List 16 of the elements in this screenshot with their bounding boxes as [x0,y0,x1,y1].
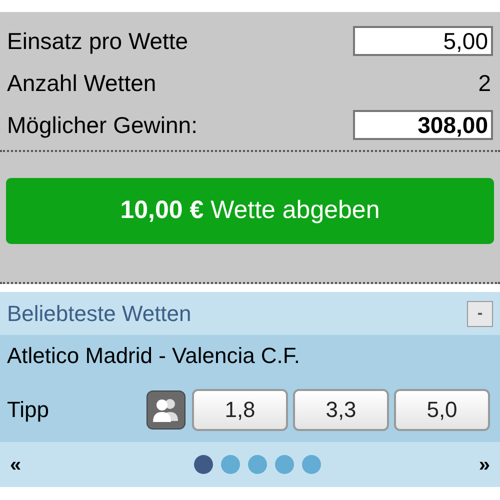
match-title: Atletico Madrid - Valencia C.F. [6,342,302,370]
bet-count-value: 2 [478,68,492,98]
next-button[interactable]: » [478,450,490,480]
odds-button[interactable]: 1,8 [192,388,288,430]
odds-button[interactable]: 5,0 [394,388,490,430]
winnings-field: 308,00 [353,110,493,140]
stake-label: Einsatz pro Wette [7,26,188,56]
odds-button[interactable]: 3,3 [293,388,389,430]
users-icon[interactable] [146,390,186,430]
tip-label: Tipp [7,396,50,424]
bet-count-label: Anzahl Wetten [7,68,156,98]
winnings-label: Möglicher Gewinn: [7,110,198,140]
section-title: Beliebteste Wetten [7,300,192,328]
previous-button[interactable]: « [10,450,22,480]
stake-field[interactable]: 5,00 [353,26,493,56]
collapse-button[interactable]: - [467,300,493,326]
